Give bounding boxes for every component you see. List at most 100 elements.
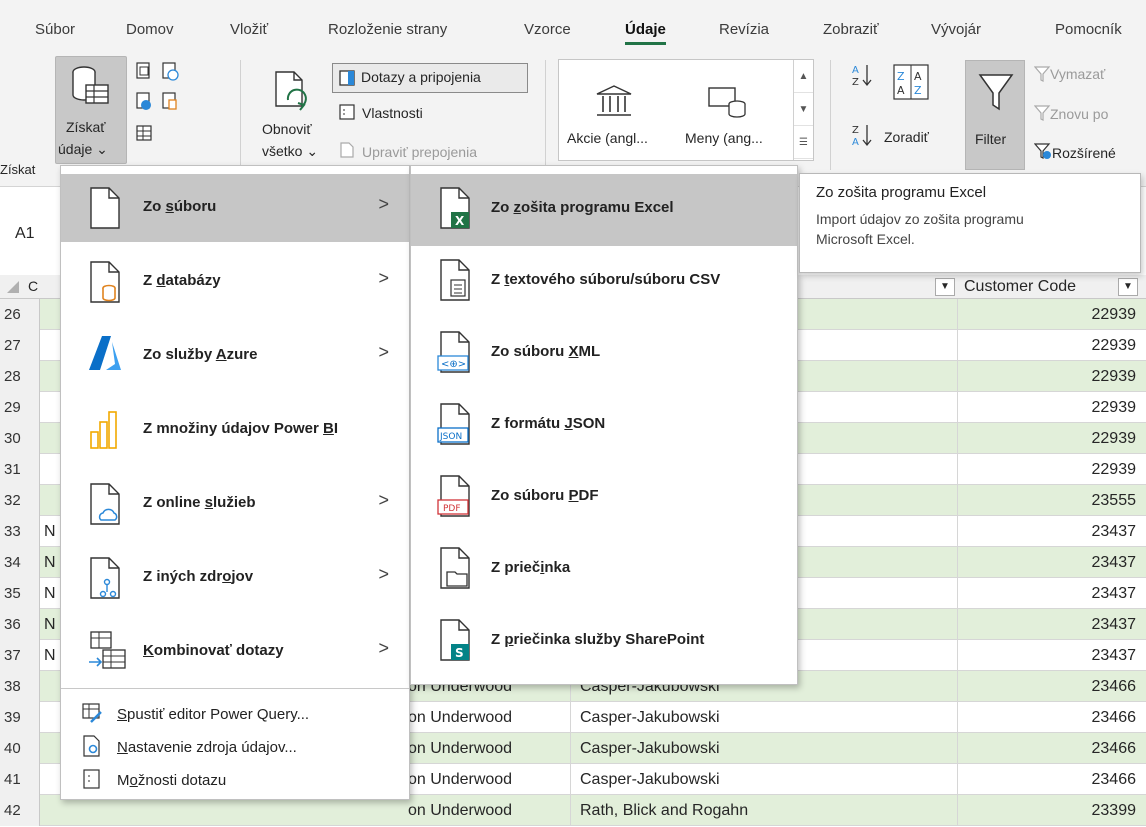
cell-d[interactable]: Casper-Jakubowski xyxy=(580,733,720,764)
gallery-down-icon[interactable]: ▼ xyxy=(794,93,813,126)
filter-button[interactable]: Filter xyxy=(965,60,1025,170)
advanced-label[interactable]: Rozšírené xyxy=(1052,145,1116,161)
properties-label[interactable]: Vlastnosti xyxy=(362,105,423,121)
small-source-icons[interactable] xyxy=(135,60,185,160)
row-number[interactable]: 39 xyxy=(0,702,40,733)
menu-item-excel-workbook[interactable]: X Zo zošita programu Excel xyxy=(411,174,797,246)
menu-item-file[interactable]: Zo súboru > xyxy=(61,174,409,242)
advanced-filter-icon[interactable] xyxy=(1034,142,1052,160)
cell-c[interactable]: on Underwood xyxy=(408,795,512,826)
sort-dialog-icon[interactable]: Z A A Z xyxy=(893,64,929,100)
cell-a[interactable]: N xyxy=(44,547,56,578)
get-data-button[interactable]: Získať údaje ⌄ xyxy=(55,56,127,164)
sort-ascending-icon[interactable]: A Z xyxy=(850,62,874,88)
cell-customer-code[interactable]: 23437 xyxy=(1092,609,1137,640)
refresh-label-2[interactable]: všetko ⌄ xyxy=(262,143,318,160)
cell-customer-code[interactable]: 22939 xyxy=(1092,454,1137,485)
menu-item-azure[interactable]: Zo služby Azure > xyxy=(61,322,409,390)
queries-connections-button[interactable]: Dotazy a pripojenia xyxy=(332,63,528,93)
menu-item-xml[interactable]: <⊕> Zo súboru XML xyxy=(411,318,797,390)
row-number[interactable]: 28 xyxy=(0,361,40,392)
refresh-label-1[interactable]: Obnoviť xyxy=(262,121,312,137)
row-number[interactable]: 26 xyxy=(0,299,40,330)
tab-file[interactable]: Súbor xyxy=(35,21,75,38)
gallery-more-icon[interactable]: ☰ xyxy=(794,126,813,159)
row-number[interactable]: 35 xyxy=(0,578,40,609)
cell-customer-code[interactable]: 22939 xyxy=(1092,299,1137,330)
menu-item-database[interactable]: Z databázy > xyxy=(61,248,409,316)
menu-item-folder[interactable]: Z priečinka xyxy=(411,534,797,606)
cell-d[interactable]: Casper-Jakubowski xyxy=(580,764,720,795)
cell-customer-code[interactable]: 22939 xyxy=(1092,361,1137,392)
cell-customer-code[interactable]: 23437 xyxy=(1092,578,1137,609)
menu-item-cloud-file[interactable]: Z online služieb > xyxy=(61,470,409,538)
filter-dropdown-icon[interactable]: ▼ xyxy=(935,278,955,296)
cell-c[interactable]: on Underwood xyxy=(408,764,512,795)
cell-customer-code[interactable]: 23466 xyxy=(1092,764,1137,795)
menu-item-pdf[interactable]: PDF Zo súboru PDF xyxy=(411,462,797,534)
row-number[interactable]: 33 xyxy=(0,516,40,547)
select-all-corner-icon[interactable] xyxy=(6,280,19,293)
row-number[interactable]: 40 xyxy=(0,733,40,764)
filter-dropdown-icon[interactable]: ▼ xyxy=(1118,278,1138,296)
properties-icon[interactable] xyxy=(339,104,355,120)
cell-customer-code[interactable]: 23466 xyxy=(1092,671,1137,702)
menu-item-sharepoint-folder[interactable]: S Z priečinka služby SharePoint xyxy=(411,606,797,678)
row-number[interactable]: 37 xyxy=(0,640,40,671)
sort-descending-icon[interactable]: Z A xyxy=(850,122,874,148)
cell-customer-code[interactable]: 23466 xyxy=(1092,702,1137,733)
tab-view[interactable]: Zobraziť xyxy=(823,21,879,38)
cell-a[interactable]: N xyxy=(44,578,56,609)
tab-developer[interactable]: Vývojár xyxy=(931,21,981,38)
gallery-up-icon[interactable]: ▲ xyxy=(794,60,813,93)
label-part: nka xyxy=(544,559,571,576)
tab-help[interactable]: Pomocník xyxy=(1055,21,1122,38)
tab-insert[interactable]: Vložiť xyxy=(230,21,268,38)
cell-customer-code[interactable]: 23399 xyxy=(1092,795,1137,826)
refresh-all-icon[interactable] xyxy=(272,70,312,116)
currencies-label[interactable]: Meny (ang... xyxy=(685,130,763,146)
gallery-scroll[interactable]: ▲ ▼ ☰ xyxy=(793,60,813,160)
row-number[interactable]: 42 xyxy=(0,795,40,826)
row-number[interactable]: 27 xyxy=(0,330,40,361)
menu-item-power-bi[interactable]: Z množiny údajov Power BI xyxy=(61,396,409,464)
menu-item-text-csv[interactable]: Z textového súboru/súboru CSV xyxy=(411,246,797,318)
menu-item-combine-tables[interactable]: Kombinovať dotazy > xyxy=(61,618,409,686)
menu-item-json[interactable]: JSON Z formátu JSON xyxy=(411,390,797,462)
cell-d[interactable]: Rath, Blick and Rogahn xyxy=(580,795,748,826)
cell-a[interactable]: N xyxy=(44,640,56,671)
cell-customer-code[interactable]: 22939 xyxy=(1092,330,1137,361)
row-number[interactable]: 34 xyxy=(0,547,40,578)
cell-a[interactable]: N xyxy=(44,609,56,640)
name-box[interactable]: A1 xyxy=(15,225,55,251)
sort-label[interactable]: Zoradiť xyxy=(884,129,929,145)
data-types-gallery[interactable]: Akcie (angl... Meny (ang... ▲ ▼ ☰ xyxy=(558,59,814,161)
cell-customer-code[interactable]: 23437 xyxy=(1092,516,1137,547)
row-number[interactable]: 41 xyxy=(0,764,40,795)
row-number[interactable]: 29 xyxy=(0,392,40,423)
tab-home[interactable]: Domov xyxy=(126,21,174,38)
menu-item-query-options[interactable]: Možnosti dotazu xyxy=(61,762,409,800)
menu-item-network-file[interactable]: Z iných zdrojov > xyxy=(61,544,409,612)
tab-review[interactable]: Revízia xyxy=(719,21,769,38)
row-number[interactable]: 36 xyxy=(0,609,40,640)
cell-customer-code[interactable]: 23437 xyxy=(1092,547,1137,578)
cell-customer-code[interactable]: 23555 xyxy=(1092,485,1137,516)
cell-c[interactable]: on Underwood xyxy=(408,702,512,733)
stocks-label[interactable]: Akcie (angl... xyxy=(567,130,648,146)
row-number[interactable]: 32 xyxy=(0,485,40,516)
cell-a[interactable]: N xyxy=(44,516,56,547)
cell-customer-code[interactable]: 23437 xyxy=(1092,640,1137,671)
tab-data[interactable]: Údaje xyxy=(625,21,666,45)
cell-customer-code[interactable]: 22939 xyxy=(1092,423,1137,454)
cell-customer-code[interactable]: 23466 xyxy=(1092,733,1137,764)
row-number[interactable]: 30 xyxy=(0,423,40,454)
tab-formulas[interactable]: Vzorce xyxy=(524,21,571,38)
cell-d[interactable]: Casper-Jakubowski xyxy=(580,702,720,733)
row-number[interactable]: 38 xyxy=(0,671,40,702)
row-number[interactable]: 31 xyxy=(0,454,40,485)
cell-c[interactable]: on Underwood xyxy=(408,733,512,764)
tab-page-layout[interactable]: Rozloženie strany xyxy=(328,21,447,38)
combine-tables-icon xyxy=(87,630,127,679)
cell-customer-code[interactable]: 22939 xyxy=(1092,392,1137,423)
